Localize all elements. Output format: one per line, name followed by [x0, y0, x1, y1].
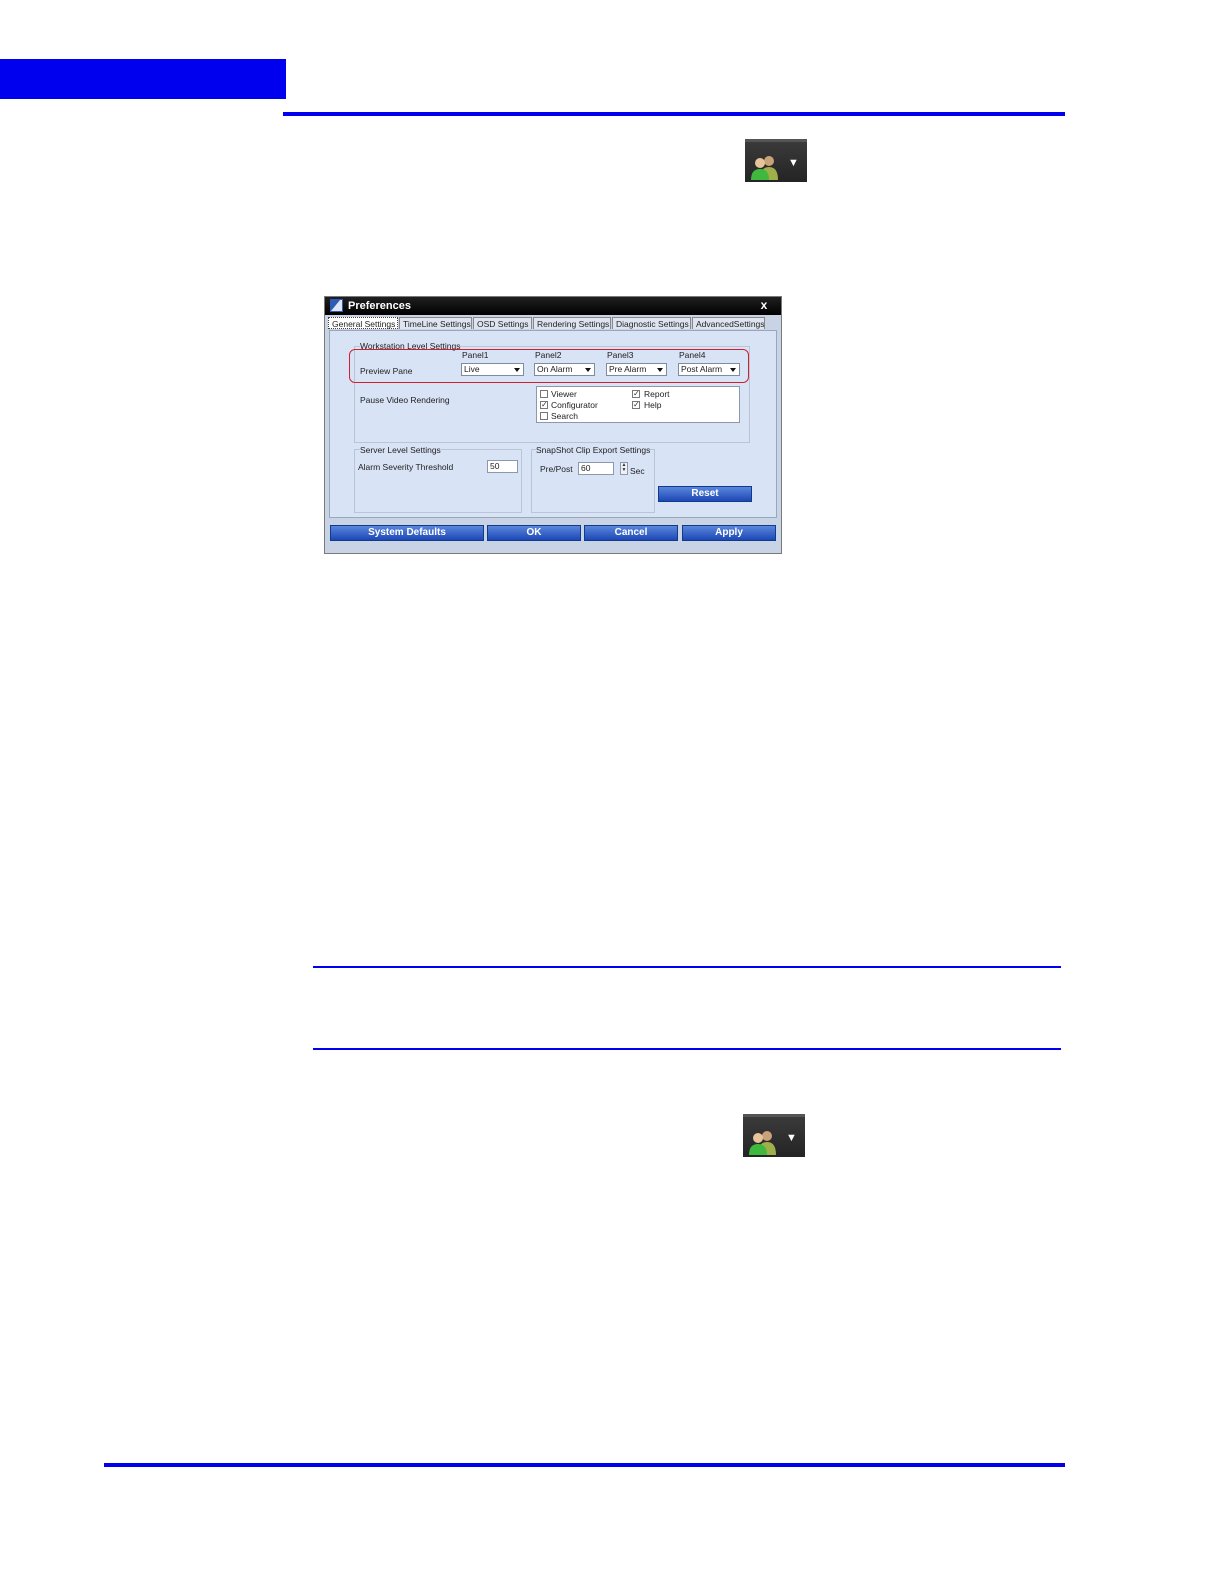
tab-timeline-settings[interactable]: TimeLine Settings: [399, 317, 472, 329]
dialog-title: Preferences: [348, 300, 411, 312]
footer-rule: [104, 1463, 1065, 1467]
chevron-down-icon: [514, 368, 520, 372]
general-settings-panel: Workstation Level Settings Panel1 Panel2…: [329, 330, 777, 518]
configurator-checkbox[interactable]: ✓: [540, 401, 548, 409]
tab-rendering-settings[interactable]: Rendering Settings: [533, 317, 611, 329]
tab-general-settings[interactable]: General Settings: [328, 317, 398, 329]
pause-video-label: Pause Video Rendering: [360, 395, 450, 405]
configurator-label: Configurator: [551, 400, 598, 410]
prepost-unit: Sec: [630, 466, 645, 476]
chevron-down-icon: [585, 368, 591, 372]
system-defaults-button[interactable]: System Defaults: [330, 525, 484, 541]
prepost-spinner[interactable]: ▲ ▼: [620, 462, 628, 475]
app-logo-icon: [330, 299, 343, 312]
server-group-label: Server Level Settings: [360, 445, 441, 455]
triangle-down-icon: ▼: [786, 1132, 797, 1144]
chevron-down-icon: [657, 368, 663, 372]
tab-diagnostic-settings[interactable]: Diagnostic Settings: [612, 317, 691, 329]
reset-button[interactable]: Reset: [658, 486, 752, 502]
report-label: Report: [644, 389, 670, 399]
search-checkbox[interactable]: [540, 412, 548, 420]
alarm-threshold-input[interactable]: 50: [487, 460, 518, 473]
panel2-value: On Alarm: [537, 364, 573, 374]
viewer-checkbox[interactable]: [540, 390, 548, 398]
snapshot-group: [531, 449, 655, 513]
panel2-select[interactable]: On Alarm: [534, 363, 595, 376]
help-label: Help: [644, 400, 662, 410]
dialog-title-bar: Preferences x: [325, 297, 781, 315]
user-menu-button[interactable]: ▼: [745, 139, 807, 182]
alarm-threshold-label: Alarm Severity Threshold: [358, 462, 454, 472]
note-top-rule: [313, 966, 1061, 968]
server-group: [354, 449, 522, 513]
close-icon[interactable]: x: [756, 298, 772, 313]
apply-button[interactable]: Apply: [682, 525, 776, 541]
chapter-header-tab: [0, 59, 286, 99]
panel4-value: Post Alarm: [681, 364, 723, 374]
snapshot-group-label: SnapShot Clip Export Settings: [536, 445, 651, 455]
users-icon: [749, 1129, 777, 1155]
prepost-value: 60: [581, 463, 591, 473]
tab-osd-settings[interactable]: OSD Settings: [473, 317, 532, 329]
panel3-select[interactable]: Pre Alarm: [606, 363, 667, 376]
user-menu-button-2[interactable]: ▼: [743, 1114, 805, 1157]
prepost-input[interactable]: 60: [578, 462, 614, 475]
report-checkbox[interactable]: ✓: [632, 390, 640, 398]
preferences-dialog: Preferences x General Settings TimeLine …: [324, 296, 782, 554]
cancel-button[interactable]: Cancel: [584, 525, 678, 541]
preview-pane-label: Preview Pane: [360, 366, 413, 376]
panel3-value: Pre Alarm: [609, 364, 647, 374]
alarm-threshold-value: 50: [490, 461, 500, 471]
header-rule: [283, 112, 1065, 116]
ok-button[interactable]: OK: [487, 525, 581, 541]
help-checkbox[interactable]: ✓: [632, 401, 640, 409]
pause-video-options: Viewer ✓ Report ✓ Configurator ✓ Help Se…: [536, 386, 740, 423]
search-label: Search: [551, 411, 578, 421]
viewer-label: Viewer: [551, 389, 577, 399]
prepost-label: Pre/Post: [540, 464, 573, 474]
panel1-value: Live: [464, 364, 480, 374]
panel1-select[interactable]: Live: [461, 363, 524, 376]
tab-advanced-settings[interactable]: AdvancedSettings: [692, 317, 765, 329]
panel4-select[interactable]: Post Alarm: [678, 363, 740, 376]
users-icon: [751, 154, 779, 180]
note-bottom-rule: [313, 1048, 1061, 1050]
chevron-down-icon: [730, 368, 736, 372]
triangle-down-icon: ▼: [788, 157, 799, 169]
